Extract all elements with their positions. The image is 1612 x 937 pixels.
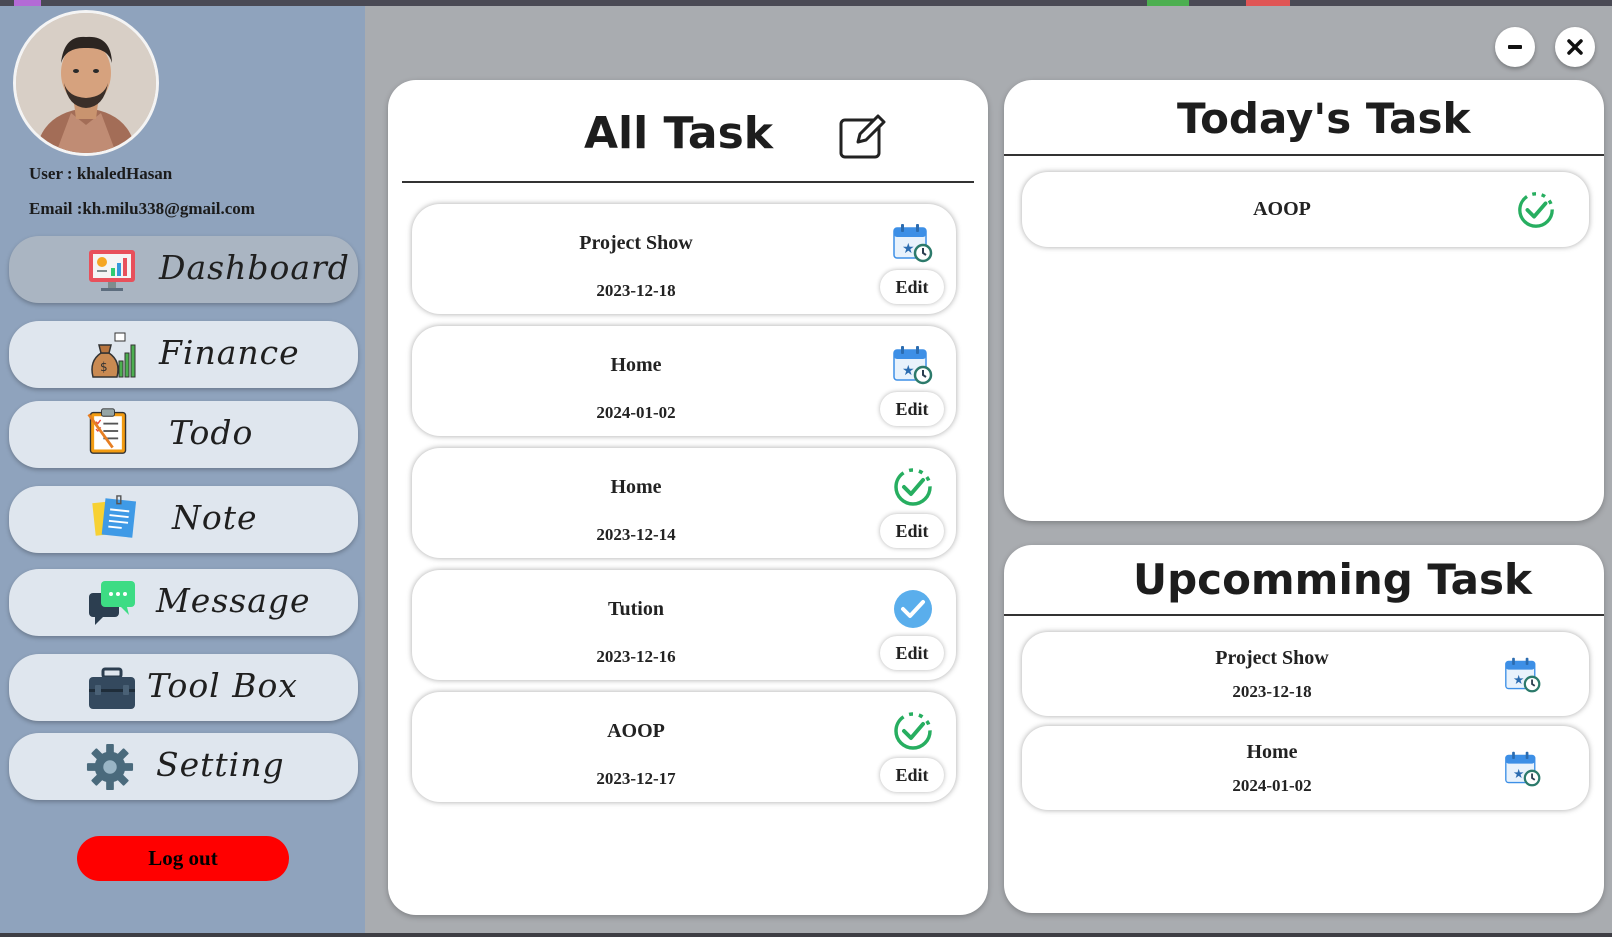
progress-check-icon [1518,192,1554,228]
logout-button[interactable]: Log out [77,836,289,881]
upcoming-task-card: Home 2024-01-02 ★ [1022,726,1589,810]
task-title: Project Show [579,232,693,254]
calendar-clock-icon: ★ [1505,751,1541,787]
edit-button[interactable]: Edit [880,514,944,548]
all-task-divider [402,181,974,183]
task-date: 2023-12-18 [1232,682,1312,701]
upcoming-task-title: Upcomming Task [1133,555,1532,604]
task-card: AOOP 2023-12-17 Edit [412,692,956,802]
todays-task-divider [1004,154,1604,156]
upcoming-task-divider [1004,614,1604,616]
svg-text:★: ★ [902,363,915,379]
user-email: Email :kh.milu338@gmail.com [29,199,255,218]
all-task-title: All Task [584,108,774,159]
task-date: 2023-12-16 [596,647,676,666]
done-check-icon [894,590,932,628]
nav-label-note: Note [172,498,258,537]
sticky-note-icon [92,495,137,538]
todays-task-panel: Today's Task AOOP [1004,80,1604,521]
upcoming-task-panel: Upcomming Task Project Show 2023-12-18 ★… [1004,545,1604,913]
task-date: 2023-12-14 [596,525,676,544]
user-avatar [13,10,159,156]
edit-button[interactable]: Edit [880,270,944,304]
task-date: 2024-01-02 [1232,776,1312,795]
task-date: 2023-12-18 [596,281,676,300]
toolbox-icon [89,667,135,709]
calendar-clock-icon: ★ [893,346,933,385]
dashboard-icon [89,250,135,291]
today-task-card: AOOP [1022,172,1589,247]
nav-label-finance: Finance [159,333,300,372]
nav-item-finance[interactable]: $ Finance [9,321,358,388]
edit-button[interactable]: Edit [880,758,944,792]
todays-task-title: Today's Task [1177,94,1471,143]
progress-check-icon [894,468,932,506]
minimize-icon [1508,45,1522,49]
task-title: Home [610,354,662,376]
calendar-clock-icon: ★ [893,224,933,263]
nav-item-message[interactable]: Message [9,569,358,636]
calendar-clock-icon: ★ [1505,657,1541,693]
nav-item-note[interactable]: Note [9,486,358,553]
task-title: AOOP [607,720,665,742]
task-card: Home 2024-01-02 ★ Edit [412,326,956,436]
chat-bubbles-icon [89,581,135,625]
nav-item-setting[interactable]: Setting [9,733,358,800]
all-task-panel: All Task Project Show 2023-12-18 ★ Edit … [388,80,988,915]
task-date: 2024-01-02 [596,403,676,422]
nav-label-todo: Todo [169,413,254,452]
money-bag-chart-icon: $ [91,332,136,378]
nav-label-message: Message [156,581,311,620]
progress-check-icon [894,712,932,750]
nav-label-toolbox: Tool Box [147,666,298,705]
task-title: Home [1246,741,1298,763]
sidebar: User : khaledHasan Email :kh.milu338@gma… [0,6,365,933]
user-name: User : khaledHasan [29,164,173,183]
nav-item-todo[interactable]: Todo [9,401,358,468]
svg-text:$: $ [100,360,108,374]
svg-text:★: ★ [902,241,915,257]
svg-text:★: ★ [1513,672,1524,687]
nav-item-toolbox[interactable]: Tool Box [9,654,358,721]
gear-icon [86,743,134,791]
close-icon [1567,39,1583,55]
task-card: Project Show 2023-12-18 ★ Edit [412,204,956,314]
task-title: Project Show [1215,647,1329,669]
clipboard-checklist-icon [87,408,127,454]
edit-button[interactable]: Edit [880,392,944,426]
upcoming-task-card: Project Show 2023-12-18 ★ [1022,632,1589,716]
add-task-icon[interactable] [838,112,886,160]
task-date: 2023-12-17 [596,769,676,788]
task-title: Home [610,476,662,498]
nav-label-setting: Setting [156,745,285,784]
nav-label-dashboard: Dashboard [159,248,350,287]
nav-item-dashboard[interactable]: Dashboard [9,236,358,303]
close-button[interactable] [1555,27,1595,67]
os-bottom-strip [0,933,1612,937]
edit-button[interactable]: Edit [880,636,944,670]
minimize-button[interactable] [1495,27,1535,67]
svg-text:★: ★ [1513,766,1524,781]
task-card: Home 2023-12-14 Edit [412,448,956,558]
task-title: Tution [608,598,664,620]
task-title: AOOP [1253,198,1311,220]
task-card: Tution 2023-12-16 Edit [412,570,956,680]
